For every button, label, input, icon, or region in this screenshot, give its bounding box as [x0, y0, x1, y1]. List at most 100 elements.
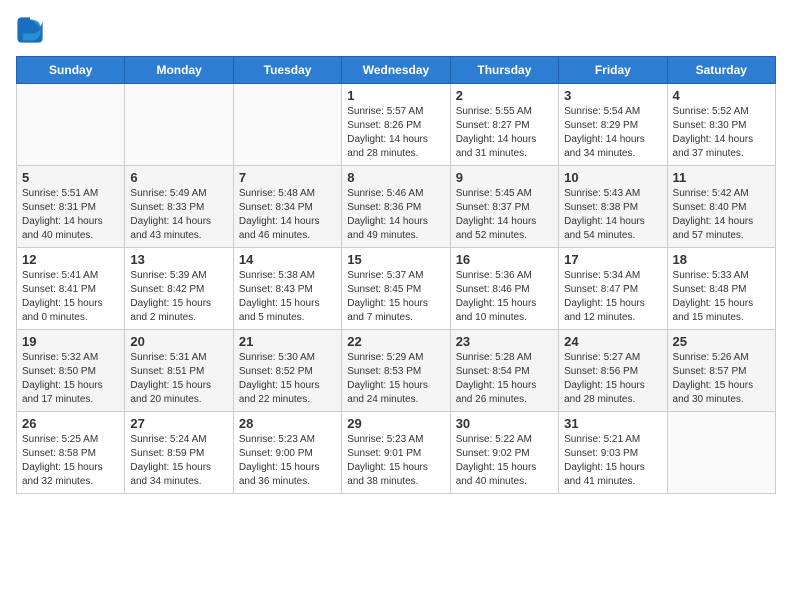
day-info: Sunrise: 5:55 AM Sunset: 8:27 PM Dayligh…: [456, 105, 553, 161]
day-number: 5: [22, 170, 119, 185]
calendar-cell: 18 Sunrise: 5:33 AM Sunset: 8:48 PM Dayli…: [667, 248, 775, 330]
calendar-cell: 26 Sunrise: 5:25 AM Sunset: 8:58 PM Dayli…: [17, 412, 125, 494]
day-number: 12: [22, 252, 119, 267]
day-number: 10: [564, 170, 661, 185]
day-info: Sunrise: 5:21 AM Sunset: 9:03 PM Dayligh…: [564, 433, 661, 489]
day-number: 22: [347, 334, 444, 349]
calendar-cell: 15Sunrise: 5:37 AM Sunset: 8:45 PM Dayli…: [342, 248, 450, 330]
day-info: Sunrise: 5:49 AM Sunset: 8:33 PM Dayligh…: [130, 187, 227, 243]
day-info: Sunrise: 5:32 AM Sunset: 8:50 PM Dayligh…: [22, 351, 119, 407]
calendar-cell: 13 Sunrise: 5:39 AM Sunset: 8:42 PM Dayli…: [125, 248, 233, 330]
day-number: 9: [456, 170, 553, 185]
day-info: Sunrise: 5:45 AM Sunset: 8:37 PM Dayligh…: [456, 187, 553, 243]
page-header: [16, 16, 776, 44]
calendar-cell: 29 Sunrise: 5:23 AM Sunset: 9:01 PM Dayli…: [342, 412, 450, 494]
calendar-cell: [125, 84, 233, 166]
day-number: 19: [22, 334, 119, 349]
logo: [16, 16, 48, 44]
calendar-cell: 3Sunrise: 5:54 AM Sunset: 8:29 PM Daylig…: [559, 84, 667, 166]
day-number: 2: [456, 88, 553, 103]
calendar-cell: 11Sunrise: 5:42 AM Sunset: 8:40 PM Dayli…: [667, 166, 775, 248]
day-number: 17: [564, 252, 661, 267]
day-info: Sunrise: 5:29 AM Sunset: 8:53 PM Dayligh…: [347, 351, 444, 407]
day-number: 1: [347, 88, 444, 103]
day-info: Sunrise: 5:39 AM Sunset: 8:42 PM Dayligh…: [130, 269, 227, 325]
calendar-week-3: 12 Sunrise: 5:41 AM Sunset: 8:41 PM Dayli…: [17, 248, 776, 330]
header-friday: Friday: [559, 57, 667, 84]
calendar-cell: 12 Sunrise: 5:41 AM Sunset: 8:41 PM Dayli…: [17, 248, 125, 330]
day-number: 28: [239, 416, 336, 431]
day-number: 25: [673, 334, 770, 349]
day-number: 11: [673, 170, 770, 185]
day-info: Sunrise: 5:41 AM Sunset: 8:41 PM Dayligh…: [22, 269, 119, 325]
day-info: Sunrise: 5:24 AM Sunset: 8:59 PM Dayligh…: [130, 433, 227, 489]
calendar-cell: 25 Sunrise: 5:26 AM Sunset: 8:57 PM Dayli…: [667, 330, 775, 412]
calendar-cell: 30 Sunrise: 5:22 AM Sunset: 9:02 PM Dayli…: [450, 412, 558, 494]
calendar-cell: 1 Sunrise: 5:57 AM Sunset: 8:26 PM Daylig…: [342, 84, 450, 166]
day-info: Sunrise: 5:22 AM Sunset: 9:02 PM Dayligh…: [456, 433, 553, 489]
day-info: Sunrise: 5:48 AM Sunset: 8:34 PM Dayligh…: [239, 187, 336, 243]
header-thursday: Thursday: [450, 57, 558, 84]
calendar-cell: 7 Sunrise: 5:48 AM Sunset: 8:34 PM Daylig…: [233, 166, 341, 248]
day-number: 4: [673, 88, 770, 103]
day-info: Sunrise: 5:43 AM Sunset: 8:38 PM Dayligh…: [564, 187, 661, 243]
calendar-cell: 20 Sunrise: 5:31 AM Sunset: 8:51 PM Dayli…: [125, 330, 233, 412]
calendar-cell: [667, 412, 775, 494]
calendar-cell: 27 Sunrise: 5:24 AM Sunset: 8:59 PM Dayli…: [125, 412, 233, 494]
header-monday: Monday: [125, 57, 233, 84]
header-tuesday: Tuesday: [233, 57, 341, 84]
calendar-cell: [233, 84, 341, 166]
header-sunday: Sunday: [17, 57, 125, 84]
day-number: 18: [673, 252, 770, 267]
calendar-cell: 5 Sunrise: 5:51 AM Sunset: 8:31 PM Daylig…: [17, 166, 125, 248]
calendar-cell: 28 Sunrise: 5:23 AM Sunset: 9:00 PM Dayli…: [233, 412, 341, 494]
calendar-cell: 9 Sunrise: 5:45 AM Sunset: 8:37 PM Daylig…: [450, 166, 558, 248]
day-info: Sunrise: 5:38 AM Sunset: 8:43 PM Dayligh…: [239, 269, 336, 325]
calendar-cell: 16 Sunrise: 5:36 AM Sunset: 8:46 PM Dayli…: [450, 248, 558, 330]
day-info: Sunrise: 5:31 AM Sunset: 8:51 PM Dayligh…: [130, 351, 227, 407]
day-info: Sunrise: 5:28 AM Sunset: 8:54 PM Dayligh…: [456, 351, 553, 407]
day-info: Sunrise: 5:26 AM Sunset: 8:57 PM Dayligh…: [673, 351, 770, 407]
calendar-cell: 8 Sunrise: 5:46 AM Sunset: 8:36 PM Daylig…: [342, 166, 450, 248]
logo-icon: [16, 16, 44, 44]
day-number: 24: [564, 334, 661, 349]
header-saturday: Saturday: [667, 57, 775, 84]
day-number: 8: [347, 170, 444, 185]
day-number: 29: [347, 416, 444, 431]
day-number: 31: [564, 416, 661, 431]
calendar-cell: 31 Sunrise: 5:21 AM Sunset: 9:03 PM Dayli…: [559, 412, 667, 494]
calendar-header-row: SundayMondayTuesdayWednesdayThursdayFrid…: [17, 57, 776, 84]
header-wednesday: Wednesday: [342, 57, 450, 84]
calendar-cell: 22 Sunrise: 5:29 AM Sunset: 8:53 PM Dayli…: [342, 330, 450, 412]
day-info: Sunrise: 5:54 AM Sunset: 8:29 PM Dayligh…: [564, 105, 661, 161]
day-info: Sunrise: 5:30 AM Sunset: 8:52 PM Dayligh…: [239, 351, 336, 407]
day-number: 13: [130, 252, 227, 267]
day-info: Sunrise: 5:46 AM Sunset: 8:36 PM Dayligh…: [347, 187, 444, 243]
calendar-cell: 6Sunrise: 5:49 AM Sunset: 8:33 PM Daylig…: [125, 166, 233, 248]
calendar-week-5: 26 Sunrise: 5:25 AM Sunset: 8:58 PM Dayli…: [17, 412, 776, 494]
day-number: 23: [456, 334, 553, 349]
day-info: Sunrise: 5:33 AM Sunset: 8:48 PM Dayligh…: [673, 269, 770, 325]
calendar-cell: 14 Sunrise: 5:38 AM Sunset: 8:43 PM Dayli…: [233, 248, 341, 330]
day-number: 30: [456, 416, 553, 431]
day-info: Sunrise: 5:25 AM Sunset: 8:58 PM Dayligh…: [22, 433, 119, 489]
day-number: 20: [130, 334, 227, 349]
calendar-cell: 10 Sunrise: 5:43 AM Sunset: 8:38 PM Dayli…: [559, 166, 667, 248]
day-info: Sunrise: 5:51 AM Sunset: 8:31 PM Dayligh…: [22, 187, 119, 243]
day-info: Sunrise: 5:23 AM Sunset: 9:00 PM Dayligh…: [239, 433, 336, 489]
calendar-week-2: 5 Sunrise: 5:51 AM Sunset: 8:31 PM Daylig…: [17, 166, 776, 248]
day-info: Sunrise: 5:36 AM Sunset: 8:46 PM Dayligh…: [456, 269, 553, 325]
day-number: 26: [22, 416, 119, 431]
day-info: Sunrise: 5:23 AM Sunset: 9:01 PM Dayligh…: [347, 433, 444, 489]
calendar-week-1: 1 Sunrise: 5:57 AM Sunset: 8:26 PM Daylig…: [17, 84, 776, 166]
day-info: Sunrise: 5:37 AM Sunset: 8:45 PM Dayligh…: [347, 269, 444, 325]
day-number: 7: [239, 170, 336, 185]
day-number: 14: [239, 252, 336, 267]
calendar-cell: 2 Sunrise: 5:55 AM Sunset: 8:27 PM Daylig…: [450, 84, 558, 166]
day-info: Sunrise: 5:57 AM Sunset: 8:26 PM Dayligh…: [347, 105, 444, 161]
day-info: Sunrise: 5:52 AM Sunset: 8:30 PM Dayligh…: [673, 105, 770, 161]
day-number: 27: [130, 416, 227, 431]
calendar-cell: 17Sunrise: 5:34 AM Sunset: 8:47 PM Dayli…: [559, 248, 667, 330]
day-number: 16: [456, 252, 553, 267]
calendar-cell: 23 Sunrise: 5:28 AM Sunset: 8:54 PM Dayli…: [450, 330, 558, 412]
